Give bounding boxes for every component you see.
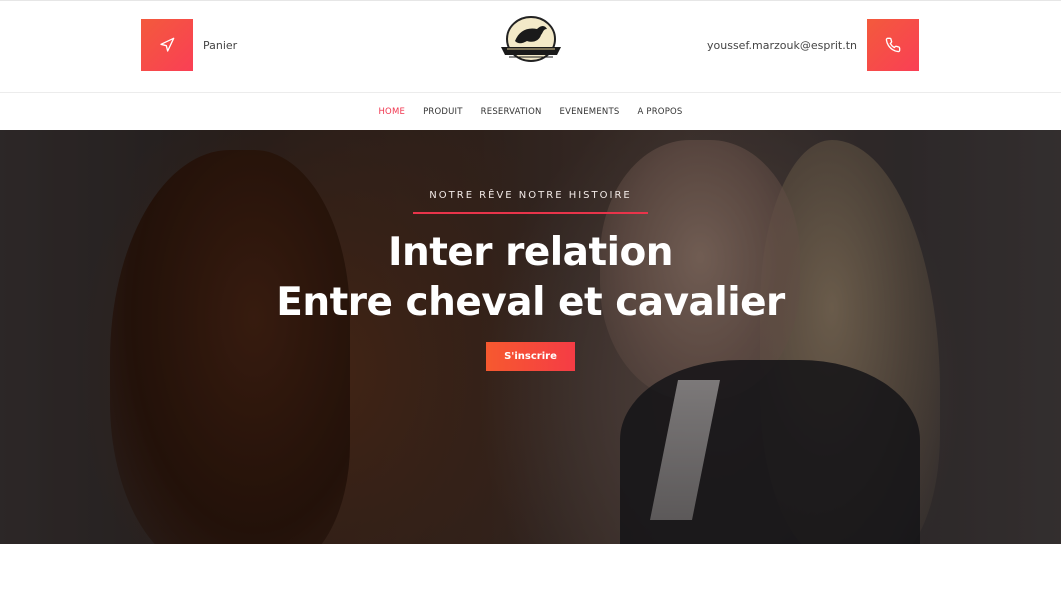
nav-item-produit[interactable]: PRODUIT xyxy=(414,107,472,117)
hero-content: NOTRE RÊVE NOTRE HISTOIRE Inter relation… xyxy=(0,130,1061,544)
contact-email[interactable]: youssef.marzouk@esprit.tn xyxy=(707,39,857,52)
phone-button[interactable] xyxy=(867,19,919,71)
nav-item-home[interactable]: HOME xyxy=(369,107,414,117)
main-nav: HOME PRODUIT RESERVATION EVENEMENTS A PR… xyxy=(0,92,1061,130)
hero-headline-line2: Entre cheval et cavalier xyxy=(276,280,785,325)
site-logo[interactable] xyxy=(497,15,565,67)
hero-eyebrow: NOTRE RÊVE NOTRE HISTOIRE xyxy=(429,190,632,201)
hero-divider xyxy=(413,212,648,214)
cart-button[interactable] xyxy=(141,19,193,71)
signup-button[interactable]: S'inscrire xyxy=(486,342,575,371)
phone-icon xyxy=(885,37,901,53)
cart-label[interactable]: Panier xyxy=(203,39,237,52)
nav-item-reservation[interactable]: RESERVATION xyxy=(472,107,551,117)
nav-item-evenements[interactable]: EVENEMENTS xyxy=(551,107,629,117)
content-area xyxy=(0,544,1061,604)
top-header: Panier youssef.marzouk@esprit.tn xyxy=(0,0,1061,92)
hero-banner: NOTRE RÊVE NOTRE HISTOIRE Inter relation… xyxy=(0,130,1061,544)
page: Panier youssef.marzouk@esprit.tn HOME PR… xyxy=(0,0,1061,604)
hero-headline-line1: Inter relation xyxy=(387,230,674,275)
nav-item-a-propos[interactable]: A PROPOS xyxy=(628,107,691,117)
navigation-arrow-icon xyxy=(160,37,175,52)
